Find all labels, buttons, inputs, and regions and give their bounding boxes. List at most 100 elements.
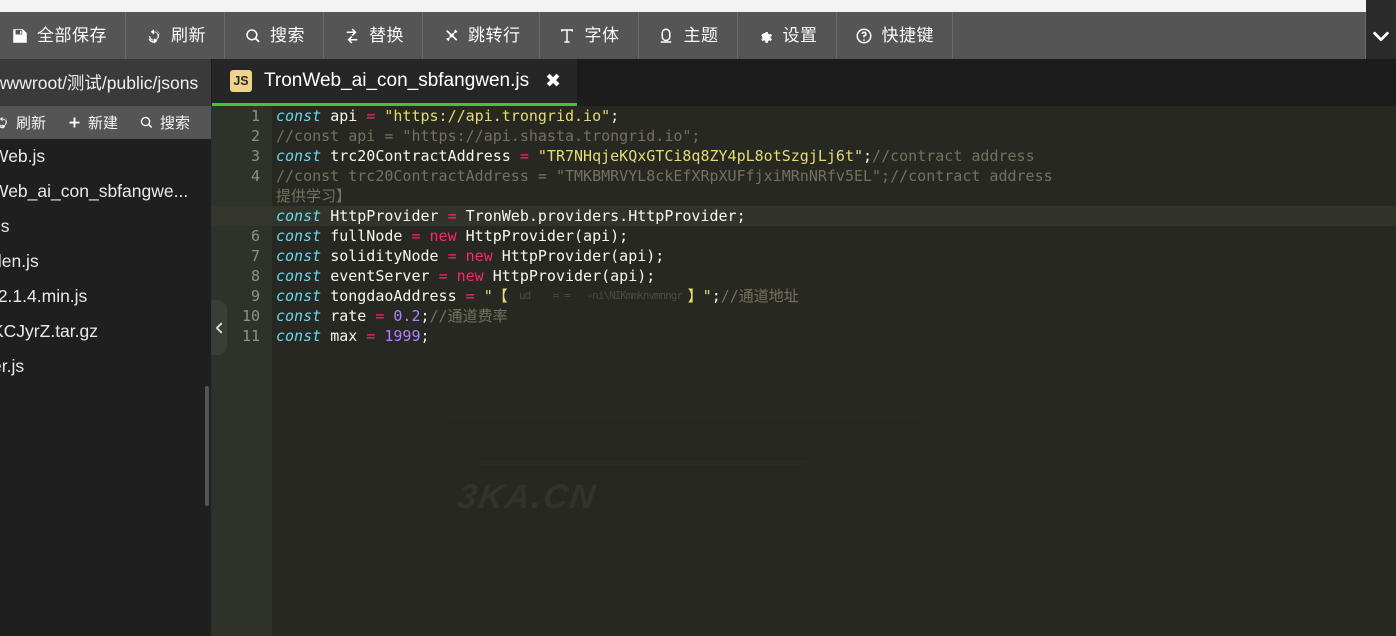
code-text: const fullNode = new HttpProvider(api);: [272, 226, 628, 246]
file-list-item[interactable]: .js: [0, 209, 211, 244]
toolbar-button-label: 字体: [585, 27, 620, 44]
sidebar-button-search[interactable]: 搜索: [128, 112, 200, 133]
file-name: .js: [0, 216, 10, 237]
code-line[interactable]: 1const api = "https://api.trongrid.io";: [211, 106, 1396, 126]
file-list-item[interactable]: Web.js: [0, 139, 211, 174]
toolbar-button-theme[interactable]: 主题: [639, 12, 738, 59]
token-pl: [511, 147, 520, 165]
toolbar-button-settings[interactable]: 设置: [738, 12, 837, 59]
active-line-gutter: [211, 206, 272, 226]
code-text: const eventServer = new HttpProvider(api…: [272, 266, 655, 286]
code-line[interactable]: 9const tongdaoAddress = "【 ud = = -ni\NI…: [211, 286, 1396, 306]
token-op: =: [366, 107, 375, 125]
token-redact: ud = = -ni\NIKmmknvmnngr: [508, 289, 688, 302]
token-pl: ;: [421, 327, 430, 345]
tab-bar: JS TronWeb_ai_con_sbfangwen.js ✖: [211, 59, 1396, 106]
token-pl: [357, 327, 366, 345]
path-breadcrumb[interactable]: wwwroot/测试/public/jsons: [0, 59, 211, 106]
settings-icon: [756, 26, 775, 45]
token-op: =: [466, 287, 475, 305]
code-line[interactable]: 8const eventServer = new HttpProvider(ap…: [211, 266, 1396, 286]
tab-tronweb-ai-con-sbfangwen-js[interactable]: JS TronWeb_ai_con_sbfangwen.js ✖: [212, 59, 577, 106]
editor-app: 全部保存刷新搜索替换跳转行字体主题设置快捷键 wwwroot/测试/public…: [0, 0, 1396, 636]
code-line[interactable]: 4//const trc20ContractAddress = "TMKBMRV…: [211, 166, 1396, 186]
code-text: //const trc20ContractAddress = "TMKBMRVY…: [272, 166, 1053, 186]
theme-icon: [657, 26, 676, 45]
token-pl: [529, 147, 538, 165]
file-list-item[interactable]: den.js: [0, 244, 211, 279]
token-pl: [457, 247, 466, 265]
code-text: const tongdaoAddress = "【 ud = = -ni\NIK…: [272, 286, 799, 308]
file-list-item[interactable]: -2.1.4.min.js: [0, 279, 211, 314]
main-toolbar: 全部保存 刷新 搜索替换跳转行 字体 主题 设置 快捷键: [0, 12, 1366, 59]
sidebar-button-label: 搜索: [160, 112, 190, 133]
close-icon[interactable]: ✖: [545, 72, 561, 91]
code-line[interactable]: 10const rate = 0.2;//通道费率: [211, 306, 1396, 326]
toolbar-button-label: 主题: [684, 27, 719, 44]
token-pl: tongdaoAddress: [330, 287, 456, 305]
code-editor[interactable]: 3KA.CN 1const api = "https://api.trongri…: [211, 106, 1396, 636]
token-pl: fullNode: [330, 227, 402, 245]
token-kw: const: [276, 287, 321, 305]
token-num: 0.2: [393, 307, 420, 325]
code-text: //const api = "https://api.shasta.trongr…: [272, 126, 700, 146]
token-str: "https://api.trongrid.io": [384, 107, 610, 125]
sidebar-button-refresh[interactable]: 刷新: [0, 112, 56, 133]
sidebar-button-plus[interactable]: 新建: [56, 112, 128, 133]
replace-icon: [342, 26, 361, 45]
toolbar-button-label: 刷新: [171, 27, 206, 44]
token-new: new: [466, 247, 493, 265]
chevron-left-icon: [214, 321, 225, 335]
token-pl: HttpProvider(api);: [466, 227, 629, 245]
token-pl: ;: [610, 107, 619, 125]
token-kw: const: [276, 307, 321, 325]
code-line[interactable]: 5const HttpProvider = TronWeb.providers.…: [211, 206, 1396, 226]
code-line[interactable]: 3const trc20ContractAddress = "TR7NHqjeK…: [211, 146, 1396, 166]
token-com: //contract address: [872, 147, 1035, 165]
sidebar-collapse-handle[interactable]: [211, 300, 227, 355]
window-top-strip-right: [1366, 0, 1396, 12]
toolbar-button-goto-line[interactable]: 跳转行: [423, 12, 540, 59]
code-line[interactable]: 6const fullNode = new HttpProvider(api);: [211, 226, 1396, 246]
toolbar-collapse-button[interactable]: [1366, 12, 1396, 59]
path-text: wwwroot/测试/public/jsons: [0, 70, 198, 95]
search-icon: [138, 115, 154, 131]
line-number: 2: [211, 126, 272, 146]
file-list-item[interactable]: KCJyrZ.tar.gz: [0, 314, 211, 349]
search-icon: [243, 26, 262, 45]
token-op: =: [448, 247, 457, 265]
font-icon: [558, 26, 577, 45]
toolbar-button-refresh[interactable]: 刷新: [126, 12, 225, 59]
code-text: const solidityNode = new HttpProvider(ap…: [272, 246, 664, 266]
file-list-item[interactable]: er.js: [0, 349, 211, 384]
token-pl: HttpProvider(api);: [502, 247, 665, 265]
token-pl: [457, 207, 466, 225]
code-line[interactable]: 7const solidityNode = new HttpProvider(a…: [211, 246, 1396, 266]
code-line[interactable]: 11const max = 1999;: [211, 326, 1396, 346]
token-kw: const: [276, 107, 321, 125]
toolbar-button-label: 设置: [783, 27, 818, 44]
code-lines: 1const api = "https://api.trongrid.io";2…: [211, 106, 1396, 636]
line-number: 3: [211, 146, 272, 166]
token-com: //通道费率: [430, 307, 508, 325]
token-pl: eventServer: [330, 267, 429, 285]
file-list-item[interactable]: Web_ai_con_sbfangwe...: [0, 174, 211, 209]
code-text: const max = 1999;: [272, 326, 430, 346]
toolbar-button-font[interactable]: 字体: [540, 12, 639, 59]
toolbar-button-search[interactable]: 搜索: [225, 12, 324, 59]
code-line[interactable]: 2//const api = "https://api.shasta.trong…: [211, 126, 1396, 146]
toolbar-button-replace[interactable]: 替换: [324, 12, 423, 59]
token-op: =: [448, 207, 457, 225]
token-pl: [321, 227, 330, 245]
line-number: 4: [211, 166, 272, 186]
token-pl: api: [330, 107, 357, 125]
toolbar-button-shortcut[interactable]: 快捷键: [837, 12, 954, 59]
token-kw: const: [276, 327, 321, 345]
token-pl: [321, 107, 330, 125]
token-kw: const: [276, 147, 321, 165]
token-pl: [321, 247, 330, 265]
token-pl: ;: [421, 307, 430, 325]
token-pl: [457, 287, 466, 305]
plus-icon: [66, 115, 82, 131]
toolbar-button-save-all[interactable]: 全部保存: [0, 12, 126, 59]
